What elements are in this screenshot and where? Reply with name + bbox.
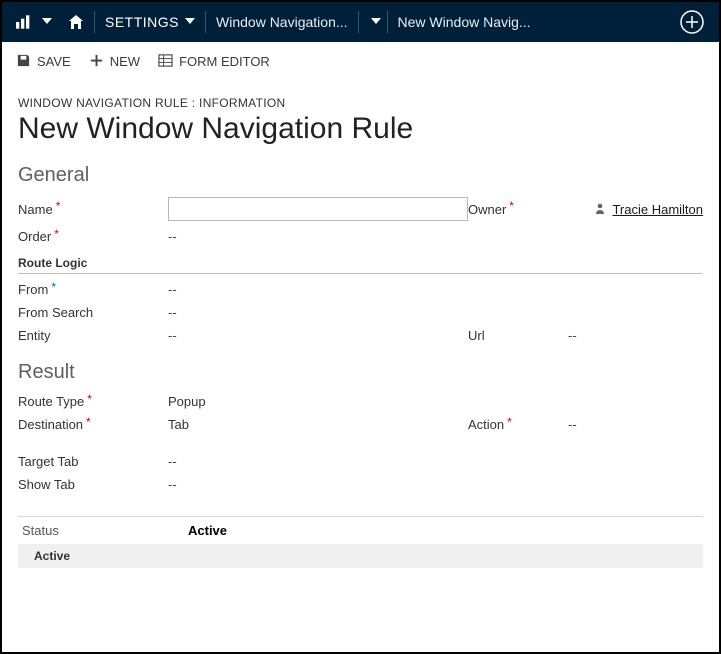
plus-icon bbox=[89, 53, 104, 71]
field-action[interactable]: -- bbox=[568, 417, 703, 432]
nav-separator bbox=[205, 11, 206, 33]
save-icon bbox=[16, 53, 31, 71]
field-status[interactable]: Active bbox=[188, 523, 703, 538]
field-show-tab[interactable]: -- bbox=[168, 477, 468, 492]
status-sub[interactable]: Active bbox=[18, 544, 703, 568]
field-target-tab[interactable]: -- bbox=[168, 454, 468, 469]
nav-crumb-1-chevron[interactable] bbox=[361, 2, 385, 42]
required-icon: * bbox=[56, 199, 61, 213]
command-bar: SAVE NEW FORM EDITOR bbox=[2, 42, 719, 82]
nav-crumb-2[interactable]: New Window Navig... bbox=[390, 2, 539, 42]
section-result-header[interactable]: Result bbox=[18, 361, 703, 384]
required-icon: * bbox=[54, 227, 59, 241]
required-icon: * bbox=[509, 199, 514, 213]
route-logic-grid: From* -- From Search -- Entity -- Url -- bbox=[18, 282, 703, 343]
form-eyebrow: WINDOW NAVIGATION RULE : INFORMATION bbox=[18, 96, 703, 110]
app-logo[interactable] bbox=[8, 2, 60, 42]
status-row: Status Active bbox=[18, 516, 703, 538]
label-name: Name* bbox=[18, 202, 168, 217]
recommended-icon: * bbox=[51, 280, 56, 294]
nav-settings-label: SETTINGS bbox=[105, 14, 179, 30]
field-route-type[interactable]: Popup bbox=[168, 394, 468, 409]
nav-crumb-1[interactable]: Window Navigation... bbox=[208, 2, 356, 42]
form-content: WINDOW NAVIGATION RULE : INFORMATION New… bbox=[2, 82, 719, 568]
nav-separator bbox=[94, 11, 95, 33]
form-editor-button[interactable]: FORM EDITOR bbox=[158, 53, 270, 71]
label-route-type: Route Type* bbox=[18, 394, 168, 409]
new-button[interactable]: NEW bbox=[89, 53, 140, 71]
field-from-search[interactable]: -- bbox=[168, 305, 468, 320]
field-entity[interactable]: -- bbox=[168, 328, 468, 343]
required-icon: * bbox=[86, 415, 91, 429]
result-grid: Route Type* Popup Destination* Tab Actio… bbox=[18, 394, 703, 492]
nav-separator bbox=[358, 11, 359, 33]
top-navbar: SETTINGS Window Navigation... New Window… bbox=[2, 2, 719, 42]
save-label: SAVE bbox=[37, 54, 71, 69]
label-from: From* bbox=[18, 282, 168, 297]
label-show-tab: Show Tab bbox=[18, 477, 168, 492]
form-editor-label: FORM EDITOR bbox=[179, 54, 270, 69]
field-order[interactable]: -- bbox=[168, 229, 468, 244]
label-entity: Entity bbox=[18, 328, 168, 343]
general-grid: Name* Owner* Tracie Hamilton Order* -- bbox=[18, 197, 703, 244]
required-icon: * bbox=[87, 392, 92, 406]
logo-chevron-icon bbox=[42, 13, 52, 31]
home-button[interactable] bbox=[60, 2, 92, 42]
section-route-logic-header[interactable]: Route Logic bbox=[18, 256, 703, 274]
form-editor-icon bbox=[158, 53, 173, 71]
label-action: Action* bbox=[468, 417, 568, 432]
field-destination[interactable]: Tab bbox=[168, 417, 468, 432]
new-label: NEW bbox=[110, 54, 140, 69]
required-icon: * bbox=[507, 415, 512, 429]
field-name[interactable] bbox=[168, 197, 468, 221]
settings-chevron-icon bbox=[185, 13, 195, 31]
global-add-button[interactable] bbox=[671, 2, 713, 42]
crumb1-label: Window Navigation... bbox=[216, 14, 348, 30]
field-owner[interactable]: Tracie Hamilton bbox=[568, 202, 703, 217]
field-from[interactable]: -- bbox=[168, 282, 468, 297]
page-title: New Window Navigation Rule bbox=[18, 112, 703, 146]
name-input[interactable] bbox=[168, 197, 468, 221]
section-general-header[interactable]: General bbox=[18, 164, 703, 187]
label-from-search: From Search bbox=[18, 305, 168, 320]
label-status: Status bbox=[18, 523, 188, 538]
owner-link[interactable]: Tracie Hamilton bbox=[612, 202, 703, 217]
field-url[interactable]: -- bbox=[568, 328, 703, 343]
label-owner: Owner* bbox=[468, 202, 568, 217]
save-button[interactable]: SAVE bbox=[16, 53, 71, 71]
label-order: Order* bbox=[18, 229, 168, 244]
nav-separator bbox=[387, 11, 388, 33]
crumb-chevron-icon bbox=[371, 13, 381, 31]
nav-settings[interactable]: SETTINGS bbox=[97, 2, 203, 42]
label-target-tab: Target Tab bbox=[18, 454, 168, 469]
label-url: Url bbox=[468, 328, 568, 343]
label-destination: Destination* bbox=[18, 417, 168, 432]
person-icon bbox=[594, 202, 606, 217]
crumb2-label: New Window Navig... bbox=[398, 14, 531, 30]
